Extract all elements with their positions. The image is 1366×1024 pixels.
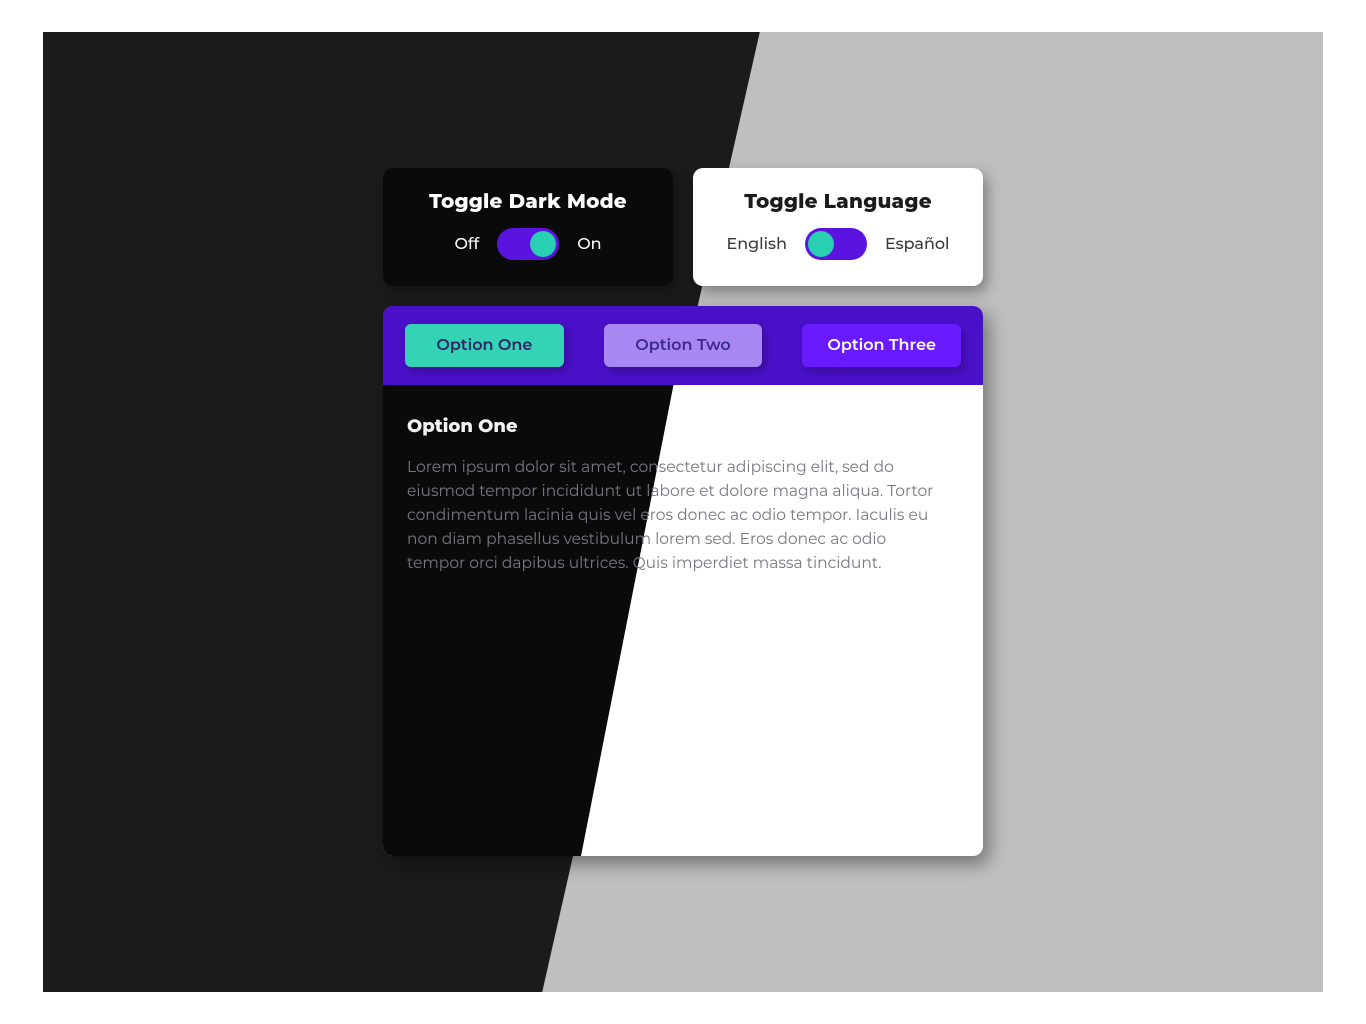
- tab-card: Option One Option Two Option Three Optio…: [383, 306, 983, 856]
- dark-mode-card: Toggle Dark Mode Off On: [383, 168, 673, 286]
- center-column: Toggle Dark Mode Off On Toggle Language …: [383, 168, 983, 856]
- tab-bar: Option One Option Two Option Three: [383, 306, 983, 385]
- language-switch[interactable]: [805, 228, 867, 260]
- tab-option-three[interactable]: Option Three: [802, 324, 961, 367]
- tab-option-one[interactable]: Option One: [405, 324, 564, 367]
- dark-mode-off-label: Off: [454, 235, 479, 254]
- content-body: Lorem ipsum dolor sit amet, consectetur …: [407, 455, 947, 575]
- dark-mode-toggle-row: Off On: [403, 228, 653, 260]
- language-toggle-row: English Español: [713, 228, 963, 260]
- dark-mode-switch[interactable]: [497, 228, 559, 260]
- content-heading: Option One: [407, 415, 959, 437]
- dark-mode-title: Toggle Dark Mode: [403, 190, 653, 214]
- dark-mode-switch-knob: [530, 231, 556, 257]
- language-switch-knob: [808, 231, 834, 257]
- language-card: Toggle Language English Español: [693, 168, 983, 286]
- toggle-cards-row: Toggle Dark Mode Off On Toggle Language …: [383, 168, 983, 286]
- dark-mode-on-label: On: [577, 235, 601, 254]
- language-left-label: English: [726, 235, 787, 254]
- split-stage: Toggle Dark Mode Off On Toggle Language …: [43, 32, 1323, 992]
- language-title: Toggle Language: [713, 190, 963, 214]
- tab-content: Option One Lorem ipsum dolor sit amet, c…: [383, 385, 983, 605]
- language-right-label: Español: [885, 235, 950, 254]
- tab-option-two[interactable]: Option Two: [604, 324, 763, 367]
